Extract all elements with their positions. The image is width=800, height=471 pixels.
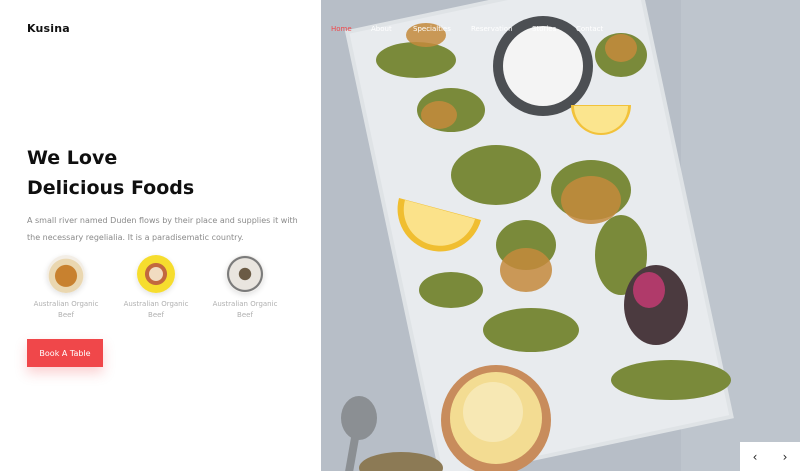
hero-title-line-2: Delicious Foods xyxy=(27,177,195,199)
burger-plate-photo xyxy=(47,255,85,293)
nav-stories[interactable]: Stories xyxy=(532,25,556,33)
feature-label: Australian Organic Beef xyxy=(212,300,278,319)
dish-white-plate-photo xyxy=(226,255,264,293)
feature-item: Australian Organic Beef xyxy=(117,255,195,321)
nav-reservation[interactable]: Reservation xyxy=(471,25,513,33)
nav-about[interactable]: About xyxy=(371,25,392,33)
nav-contact[interactable]: Contact xyxy=(576,25,603,33)
hero-description: A small river named Duden flows by their… xyxy=(27,216,298,242)
food-platter-illustration xyxy=(321,0,800,471)
feature-item: Australian Organic Beef xyxy=(27,255,105,321)
feature-label: Australian Organic Beef xyxy=(123,300,189,319)
dish-yellow-plate-photo xyxy=(137,255,175,293)
feature-item: Australian Organic Beef xyxy=(206,255,284,321)
hero-food-image xyxy=(321,0,800,471)
nav-home[interactable]: Home xyxy=(331,25,352,33)
hero-title-line-1: We Love xyxy=(27,147,118,169)
nav-specialties[interactable]: Specialties xyxy=(413,25,451,33)
hero-left-panel: Kusina We Love Delicious Foods A small r… xyxy=(0,0,321,471)
feature-label: Australian Organic Beef xyxy=(33,300,99,319)
chevron-right-icon[interactable]: › xyxy=(770,442,800,471)
chevron-left-icon[interactable]: ‹ xyxy=(740,442,770,471)
feature-list: Australian Organic Beef Australian Organ… xyxy=(27,255,297,325)
hero-title: We Love Delicious Foods xyxy=(27,143,287,203)
book-table-button[interactable]: Book A Table xyxy=(27,339,103,367)
slider-controls: ‹ › xyxy=(740,442,800,471)
brand-logo[interactable]: Kusina xyxy=(27,22,70,35)
